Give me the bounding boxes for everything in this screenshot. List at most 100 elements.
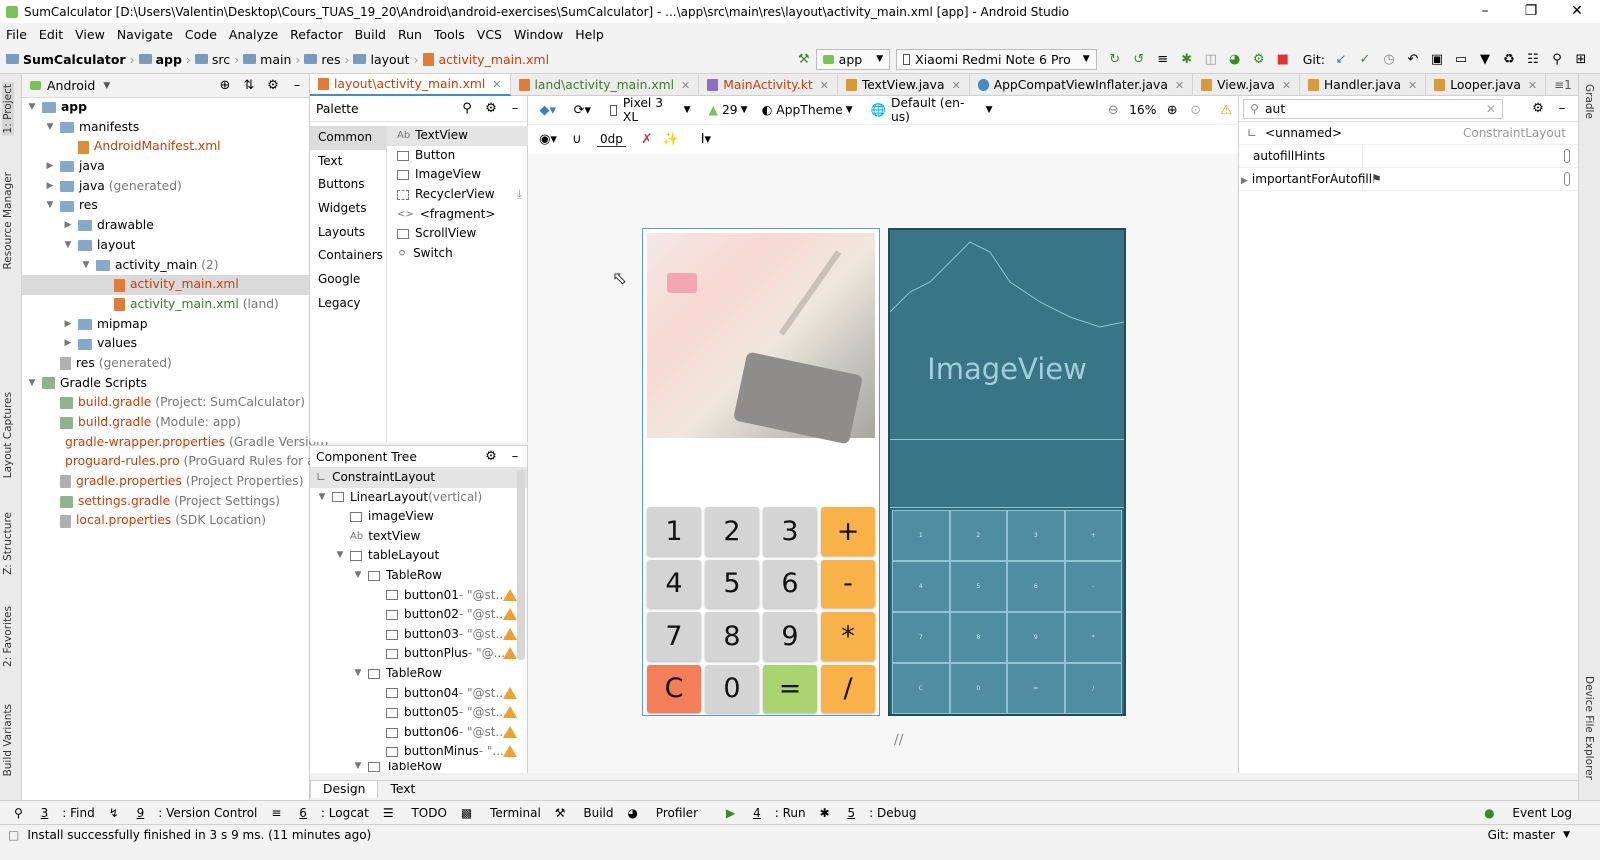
menu-file[interactable]: File [0,27,33,42]
warning-icon[interactable] [503,686,517,699]
tree-item[interactable]: ▼ activity_main (2) [22,256,309,276]
warning-icon[interactable] [503,608,517,621]
structure-tool-button[interactable]: Z: Structure [2,512,14,575]
expanded-arrow-icon[interactable]: ▼ [316,488,328,508]
sync-icon[interactable]: ♻ [1498,48,1520,70]
button-8[interactable]: 8 [705,612,759,661]
hide-icon[interactable]: – [504,446,526,468]
close-tab-icon[interactable]: ✕ [820,79,829,92]
close-tab-icon[interactable]: ✕ [1528,79,1537,92]
expanded-arrow-icon[interactable]: ▼ [352,762,364,772]
component-row[interactable]: buttonPlus - "@... [310,644,527,664]
chevron-down-icon[interactable]: ▼ [103,81,110,91]
resize-handle-icon[interactable]: ∕∕ [894,732,912,750]
default-margin-button[interactable]: 0dp [597,132,626,147]
theme-select[interactable]: ◐ AppTheme ▼ [762,103,853,117]
find-tool-button[interactable]: ⚲ 3: Find [14,806,95,820]
tree-item[interactable]: ▶ java [22,157,309,177]
attach-icon[interactable]: ◫ [1200,48,1222,70]
component-row[interactable]: ▼ TableRow [310,566,527,586]
button-plus[interactable]: + [821,507,875,556]
device-select[interactable]: Pixel 3 XL ▼ [610,96,691,124]
blueprint-preview[interactable]: ImageView 1 2 3 + 4 5 6 - 7 8 9 * C 0 = … [888,228,1126,716]
breadcrumb-layout[interactable]: layout [370,52,409,67]
avd-manager-icon[interactable]: ▭ [1450,48,1472,70]
warning-icon[interactable] [503,706,517,719]
expanded-arrow-icon[interactable]: ▼ [352,664,364,684]
tree-item[interactable]: gradle-wrapper.properties (Gradle Versio… [22,433,329,453]
button-multiply[interactable]: * [821,612,875,661]
favorites-tool-button[interactable]: 2: Favorites [2,606,14,667]
git-commit-icon[interactable]: ✓ [1354,48,1376,70]
component-row[interactable]: button06- "@st... [310,723,527,743]
warning-icon[interactable] [503,745,517,758]
hide-icon[interactable]: – [286,75,308,97]
warning-icon[interactable] [503,725,517,738]
palette-category[interactable]: Common [310,126,386,150]
clear-icon[interactable]: ✕ [1486,102,1496,116]
tree-item[interactable]: gradle.properties (Project Properties) [22,472,309,492]
settings-icon[interactable]: ⚙ [480,446,502,468]
tree-item[interactable]: ▶ mipmap [22,315,309,335]
component-row[interactable]: buttonMinus - "... [310,742,527,762]
menu-help[interactable]: Help [569,27,610,42]
component-row[interactable]: ▼ TableRow [310,761,527,772]
design-surface[interactable] [528,154,1238,773]
sdk-manager-icon[interactable]: ▼ [1474,48,1496,70]
menu-navigate[interactable]: Navigate [111,27,179,42]
expanded-arrow-icon[interactable]: ▼ [26,98,38,118]
hammer-icon[interactable]: ⚒ [793,48,815,70]
close-tab-icon[interactable]: ✕ [492,78,501,91]
button-divide[interactable]: / [821,664,875,713]
palette-item[interactable]: Ab TextView [387,126,528,146]
tree-item[interactable]: ▼ Gradle Scripts [22,374,309,394]
tree-item[interactable]: res (generated) [22,354,309,374]
orientation-icon[interactable]: ⟳▾ [572,99,594,121]
palette-category[interactable]: Legacy [310,292,386,316]
attribute-picker-icon[interactable] [1564,149,1570,163]
locate-icon[interactable]: ⊕ [214,75,236,97]
run-config-select[interactable]: app ▼ [815,48,891,70]
warning-icon[interactable] [503,627,517,640]
blueprint-key[interactable]: 1 [892,510,950,561]
settings-icon[interactable]: ⚙ [1527,98,1549,120]
blueprint-key[interactable]: / [1064,663,1122,714]
blueprint-key[interactable]: * [1064,612,1122,663]
debug-tool-button[interactable]: ✱ 5: Debug [820,806,917,820]
settings-icon[interactable]: ⊞ [1570,48,1592,70]
component-row[interactable]: Ab textView [310,527,527,547]
eye-icon[interactable]: ◉▾ [537,128,559,150]
breadcrumb-project[interactable]: SumCalculator [23,52,126,67]
component-row[interactable]: ▼ TableRow [310,664,527,684]
todo-tool-button[interactable]: ☰ TODO [383,806,447,820]
button-minus[interactable]: - [821,559,875,608]
palette-item[interactable]: RecyclerView ⤓ [387,185,528,205]
tab-view[interactable]: View.java ✕ [1193,74,1301,96]
tree-item[interactable]: proguard-rules.pro (ProGuard Rules for a… [22,452,335,472]
search-icon[interactable]: ⚲ [456,98,478,120]
locale-select[interactable]: 🌐 Default (en-us) ▼ [871,96,993,124]
apply-changes-icon[interactable]: ↻ [1104,48,1126,70]
run-tool-button[interactable]: ▶ 4: Run [712,806,806,820]
tab-list-icon[interactable]: ≡1 [1546,74,1580,95]
layout-captures-tool-button[interactable]: Layout Captures [2,392,14,478]
git-update-icon[interactable]: ↙ [1330,48,1352,70]
device-file-explorer-tool-button[interactable]: Device File Explorer [1583,676,1595,780]
menu-build[interactable]: Build [349,27,392,42]
version-control-tool-button[interactable]: ↯ 9: Version Control [109,806,258,820]
expanded-arrow-icon[interactable]: ▼ [44,118,56,138]
component-row[interactable]: button05- "@st... [310,703,527,723]
tab-design[interactable]: Design [310,781,379,798]
tree-item[interactable]: ▼ manifests [22,118,309,138]
tree-item[interactable]: build.gradle (Project: SumCalculator) [22,393,309,413]
palette-item[interactable]: Button [387,146,528,166]
tab-text[interactable]: Text [378,781,427,798]
component-row[interactable]: button03- "@st... [310,625,527,645]
close-tab-icon[interactable]: ✕ [952,79,961,92]
zoom-out-icon[interactable]: ⊖ [1103,99,1125,121]
menu-refactor[interactable]: Refactor [284,27,348,42]
collapsed-arrow-icon[interactable]: ▶ [62,334,74,354]
component-row[interactable]: imageView [310,507,527,527]
component-row[interactable]: ▼ LinearLayout (vertical) [310,488,527,508]
stop-icon[interactable]: ■ [1272,48,1294,70]
